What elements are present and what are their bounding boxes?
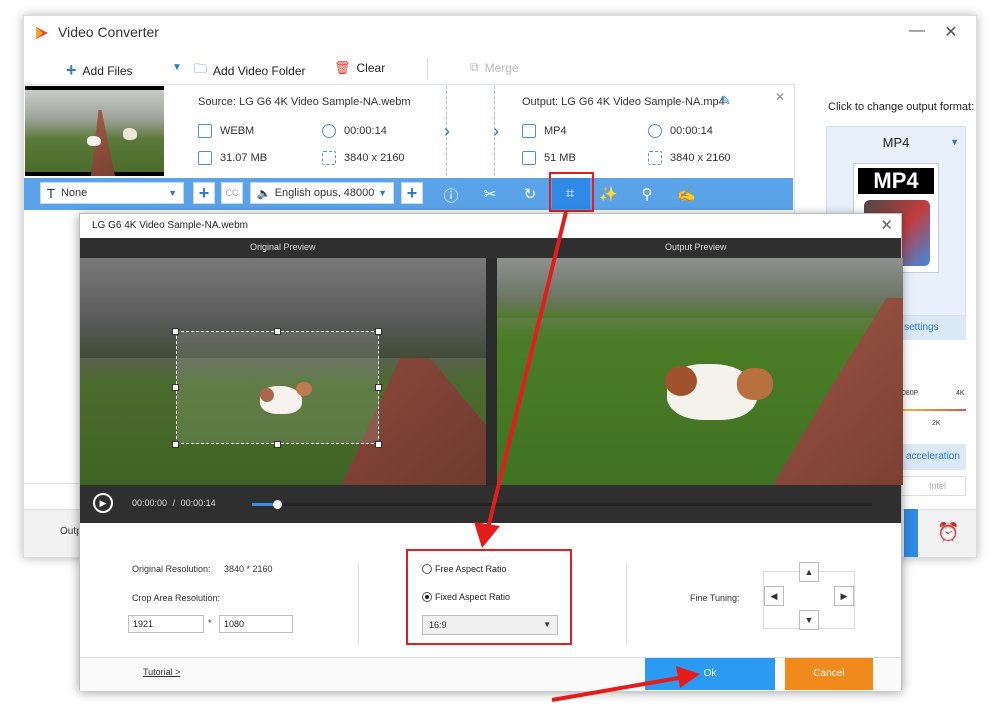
arrow-to-ok: [551, 674, 691, 702]
arrow-to-ok-head: [676, 666, 700, 688]
arrow-to-aspect: [486, 211, 568, 529]
annotation-arrows: [474, 211, 700, 702]
arrow-to-aspect-head: [474, 522, 500, 548]
